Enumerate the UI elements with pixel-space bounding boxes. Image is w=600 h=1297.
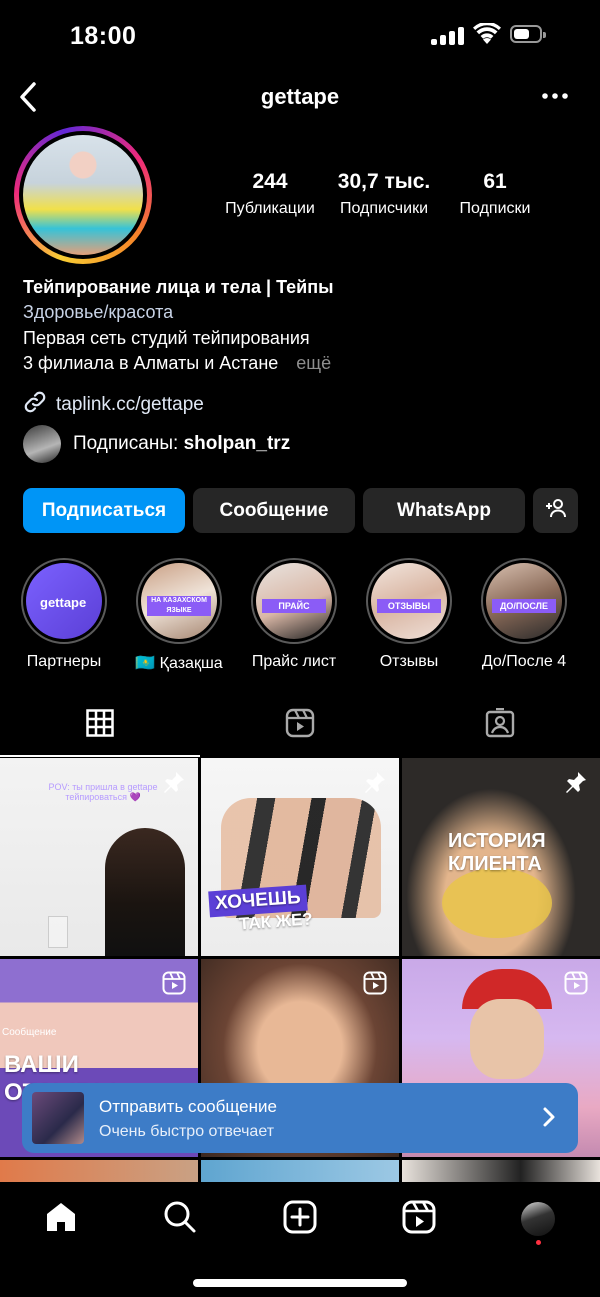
profile-avatar-small [521,1202,555,1236]
post-caption: POV: ты пришла в gettape тейпироваться 💜 [48,782,158,802]
pin-icon [162,770,186,799]
tab-tagged[interactable] [400,695,600,755]
post-tile[interactable] [402,1160,600,1182]
highlight-label: Прайс лист [251,653,337,670]
bio-line-text: 3 филиала в Алматы и Астане [23,353,279,373]
tab-grid[interactable] [0,695,200,757]
message-button[interactable]: Сообщение [193,488,355,533]
post-tile[interactable]: ИСТОРИЯ КЛИЕНТА [402,758,600,956]
home-icon [44,1201,78,1238]
followed-user: sholpan_trz [183,433,291,454]
reel-icon [363,971,387,1000]
home-indicator [193,1279,407,1287]
profile-name: Тейпирование лица и тела | Тейпы [23,277,334,297]
whatsapp-button[interactable]: WhatsApp [363,488,525,533]
highlight-partners[interactable]: gettape Партнеры [19,558,109,671]
reel-icon [564,971,588,1000]
highlight-label: Партнеры [26,653,102,670]
wifi-icon [473,21,501,50]
link-icon [23,390,47,420]
highlight-tag: gettape [40,595,87,610]
follow-button[interactable]: Подписаться [23,488,185,533]
battery-icon [510,25,546,43]
post-caption: ТАК ЖЕ? [238,909,314,934]
notification-dot [536,1240,541,1245]
stat-followers[interactable]: 30,7 тыс. Подписчики [330,170,438,218]
nav-reels[interactable] [399,1199,439,1239]
post-tile[interactable] [201,1160,399,1182]
banner-subtitle: Очень быстро отвечает [99,1123,275,1140]
add-person-icon [545,498,567,524]
highlight-tag: НА КАЗАХСКОМ ЯЗЫКЕ [147,596,211,616]
post-caption: Сообщение [2,1027,57,1038]
highlight-tag: ДО/ПОСЛЕ [492,599,556,613]
post-tile[interactable] [0,1160,198,1182]
tab-reels[interactable] [200,695,400,755]
tagged-icon [485,707,515,743]
highlight-label: 🇰🇿 Қазақша [135,655,223,672]
highlight-kazakh[interactable]: НА КАЗАХСКОМ ЯЗЫКЕ 🇰🇿 Қазақша [134,558,224,673]
highlight-reviews[interactable]: ОТЗЫВЫ Отзывы [364,558,454,671]
banner-title: Отправить сообщение [99,1097,277,1116]
post-caption: КЛИЕНТА [448,853,542,875]
profile-tabs [0,695,600,757]
profile-link-text: taplink.cc/gettape [56,394,204,415]
post-caption: ИСТОРИЯ [448,830,546,852]
post-tile[interactable]: ХОЧЕШЬ ТАК ЖЕ? [201,758,399,956]
nav-profile[interactable] [518,1199,558,1239]
search-icon [163,1200,197,1239]
highlight-before-after[interactable]: ДО/ПОСЛЕ До/После 4 [479,558,569,671]
bio-line: Первая сеть студий тейпирования [23,328,310,348]
suggest-people-button[interactable] [533,488,578,533]
profile-username: gettape [260,84,340,109]
pin-icon [564,770,588,799]
chevron-right-icon [542,1106,556,1133]
more-options-icon[interactable] [540,84,570,108]
stat-posts[interactable]: 244 Публикации [220,170,320,218]
profile-category: Здоровье/красота [23,302,174,322]
followed-prefix: Подписаны: [73,433,179,454]
pin-icon [363,770,387,799]
highlight-tag: ПРАЙС [262,599,326,613]
follower-avatar [23,425,61,463]
reel-icon [162,971,186,1000]
signal-icon [431,27,465,45]
send-message-banner[interactable]: Отправить сообщение Очень быстро отвечае… [22,1083,578,1153]
followed-by[interactable]: Подписаны: sholpan_trz [23,425,290,463]
profile-link[interactable]: taplink.cc/gettape [23,390,204,420]
profile-avatar[interactable] [14,126,152,264]
nav-search[interactable] [160,1199,200,1239]
post-tile[interactable]: POV: ты пришла в gettape тейпироваться 💜 [0,758,198,956]
avatar-photo [23,135,143,255]
bio-line: 3 филиала в Алматы и Астане ещё [23,353,331,374]
nav-create[interactable] [280,1199,320,1239]
grid-icon [86,708,114,742]
reels-icon [285,708,315,743]
stat-following[interactable]: 61 Подписки [448,170,542,218]
highlight-price[interactable]: ПРАЙС Прайс лист [249,558,339,671]
bio-more-link[interactable]: ещё [296,353,331,373]
plus-square-icon [283,1200,317,1239]
reels-icon [402,1200,436,1239]
status-time: 18:00 [70,22,137,50]
highlight-tag: ОТЗЫВЫ [377,599,441,613]
banner-thumbnail [32,1092,84,1144]
highlight-label: Отзывы [379,653,439,670]
nav-home[interactable] [41,1199,81,1239]
highlight-label: До/После 4 [481,653,567,670]
